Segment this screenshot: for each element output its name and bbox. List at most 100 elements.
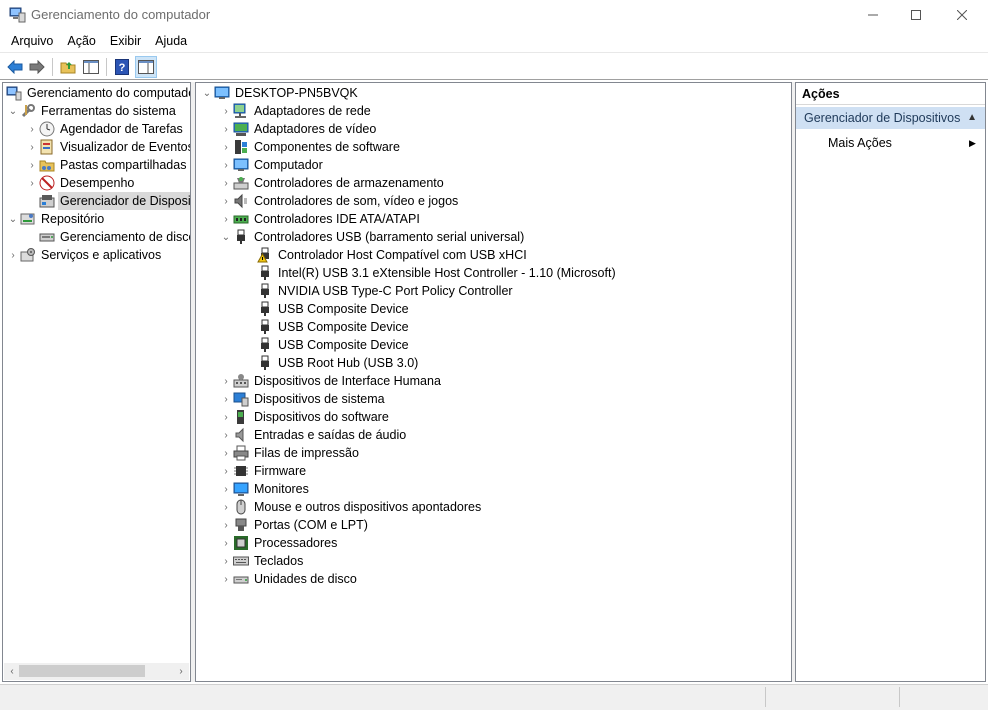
chevron-right-icon[interactable]: › [219, 426, 233, 444]
tree-item-services[interactable]: › Serviços e aplicativos [6, 246, 163, 264]
chevron-right-icon[interactable]: › [219, 444, 233, 462]
back-button[interactable] [4, 56, 26, 78]
tree-item-task-scheduler[interactable]: › Agendador de Tarefas [25, 120, 185, 138]
device-category[interactable]: › Firmware [219, 462, 308, 480]
tree-item-label: USB Root Hub (USB 3.0) [278, 356, 419, 370]
chevron-right-icon[interactable]: › [219, 210, 233, 228]
device-category[interactable]: › Portas (COM e LPT) [219, 516, 370, 534]
device-category[interactable]: › Dispositivos de Interface Humana [219, 372, 443, 390]
tree-item-label: Mouse e outros dispositivos apontadores [254, 500, 482, 514]
tree-item-performance[interactable]: › Desempenho [25, 174, 136, 192]
scroll-right-icon[interactable]: › [175, 665, 187, 678]
device-category[interactable]: › Controladores de armazenamento [219, 174, 446, 192]
close-button[interactable] [939, 0, 985, 30]
chevron-down-icon[interactable]: ⌄ [6, 210, 20, 228]
menu-view[interactable]: Exibir [103, 31, 148, 51]
usb-device-item[interactable]: USB Composite Device [257, 318, 411, 336]
usb-device-item[interactable]: USB Composite Device [257, 336, 411, 354]
chevron-right-icon[interactable]: › [219, 570, 233, 588]
network-adapter-icon [233, 103, 249, 119]
chevron-down-icon[interactable]: ⌄ [219, 228, 233, 246]
chevron-right-icon[interactable]: › [219, 534, 233, 552]
window-title: Gerenciamento do computador [31, 7, 211, 22]
show-hide-action-pane-button[interactable] [135, 56, 157, 78]
device-category[interactable]: › Controladores IDE ATA/ATAPI [219, 210, 422, 228]
device-category[interactable]: › Entradas e saídas de áudio [219, 426, 408, 444]
chevron-right-icon[interactable]: › [6, 246, 20, 264]
device-category[interactable]: › Processadores [219, 534, 339, 552]
tree-item-event-viewer[interactable]: › Visualizador de Eventos [25, 138, 190, 156]
title-bar: Gerenciamento do computador [0, 0, 988, 30]
tree-item-label: Unidades de disco [254, 572, 357, 586]
menu-file[interactable]: Arquivo [4, 31, 60, 51]
tree-item-system-tools[interactable]: ⌄ Ferramentas do sistema [6, 102, 178, 120]
chevron-right-icon[interactable]: › [219, 480, 233, 498]
device-category[interactable]: › Componentes de software [219, 138, 402, 156]
chevron-right-icon[interactable]: › [219, 372, 233, 390]
tree-item-storage[interactable]: ⌄ Repositório [6, 210, 106, 228]
device-category[interactable]: › Dispositivos de sistema [219, 390, 387, 408]
usb-device-item[interactable]: Controlador Host Compatível com USB xHCI [257, 246, 529, 264]
chevron-right-icon[interactable]: › [25, 174, 39, 192]
tree-item-device-manager[interactable]: Gerenciador de Dispositivos [39, 192, 190, 210]
actions-section-device-manager[interactable]: Gerenciador de Dispositivos ▲ [796, 107, 985, 129]
device-category[interactable]: › Adaptadores de rede [219, 102, 373, 120]
hid-icon [233, 373, 249, 389]
chevron-right-icon[interactable]: › [219, 462, 233, 480]
device-category[interactable]: › Monitores [219, 480, 311, 498]
chevron-right-icon[interactable]: › [219, 156, 233, 174]
device-category[interactable]: ⌄ Controladores USB (barramento serial un… [219, 228, 526, 246]
chevron-right-icon[interactable]: › [219, 516, 233, 534]
chevron-right-icon[interactable]: › [25, 138, 39, 156]
device-category[interactable]: › Unidades de disco [219, 570, 359, 588]
forward-button[interactable] [26, 56, 48, 78]
chevron-right-icon[interactable]: › [219, 552, 233, 570]
help-button[interactable]: ? [111, 56, 133, 78]
menu-help[interactable]: Ajuda [148, 31, 194, 51]
collapse-up-icon[interactable]: ▲ [967, 107, 977, 129]
tree-item-disk-management[interactable]: Gerenciamento de disco [39, 228, 190, 246]
usb-device-item[interactable]: NVIDIA USB Type-C Port Policy Controller [257, 282, 515, 300]
disk-drive-icon [233, 571, 249, 587]
chevron-right-icon[interactable]: › [219, 408, 233, 426]
device-tree-root[interactable]: ⌄ DESKTOP-PN5BVQK [200, 84, 360, 102]
tree-item-computer-management[interactable]: Gerenciamento do computador [6, 84, 190, 102]
scroll-left-icon[interactable]: ‹ [6, 665, 18, 678]
device-category[interactable]: › Teclados [219, 552, 305, 570]
minimize-button[interactable] [850, 0, 896, 30]
scroll-thumb[interactable] [19, 665, 145, 677]
left-horizontal-scrollbar[interactable]: ‹ › [4, 663, 189, 680]
chevron-down-icon[interactable]: ⌄ [6, 102, 20, 120]
clock-icon [39, 121, 55, 137]
console-tree: Gerenciamento do computador ⌄ Ferramenta… [2, 82, 191, 682]
usb-device-item[interactable]: Intel(R) USB 3.1 eXtensible Host Control… [257, 264, 618, 282]
device-category[interactable]: › Controladores de som, vídeo e jogos [219, 192, 460, 210]
more-actions-link[interactable]: Mais Ações [828, 134, 892, 152]
device-category[interactable]: › Mouse e outros dispositivos apontadores [219, 498, 483, 516]
device-category[interactable]: › Adaptadores de vídeo [219, 120, 378, 138]
tree-item-label: DESKTOP-PN5BVQK [235, 86, 358, 100]
chevron-right-icon[interactable]: › [25, 156, 39, 174]
tree-item-label: Intel(R) USB 3.1 eXtensible Host Control… [278, 266, 616, 280]
device-category[interactable]: › Filas de impressão [219, 444, 361, 462]
chevron-right-icon[interactable]: › [219, 498, 233, 516]
menu-action[interactable]: Ação [60, 31, 103, 51]
usb-device-item[interactable]: USB Composite Device [257, 300, 411, 318]
chevron-right-icon[interactable]: › [25, 120, 39, 138]
tree-item-shared-folders[interactable]: › Pastas compartilhadas [25, 156, 188, 174]
shared-folder-icon [39, 157, 55, 173]
show-hide-console-tree-button[interactable] [80, 56, 102, 78]
device-category[interactable]: › Computador [219, 156, 325, 174]
chevron-right-icon[interactable]: › [219, 192, 233, 210]
maximize-button[interactable] [893, 0, 939, 30]
chevron-right-icon[interactable]: › [219, 138, 233, 156]
chevron-right-icon[interactable]: › [219, 390, 233, 408]
chevron-right-icon[interactable]: › [219, 120, 233, 138]
chevron-right-icon[interactable]: › [219, 102, 233, 120]
chevron-right-icon[interactable]: › [219, 174, 233, 192]
usb-device-item[interactable]: USB Root Hub (USB 3.0) [257, 354, 420, 372]
monitor-icon [233, 481, 249, 497]
up-folder-button[interactable] [57, 56, 79, 78]
device-category[interactable]: › Dispositivos do software [219, 408, 391, 426]
chevron-down-icon[interactable]: ⌄ [200, 84, 214, 102]
